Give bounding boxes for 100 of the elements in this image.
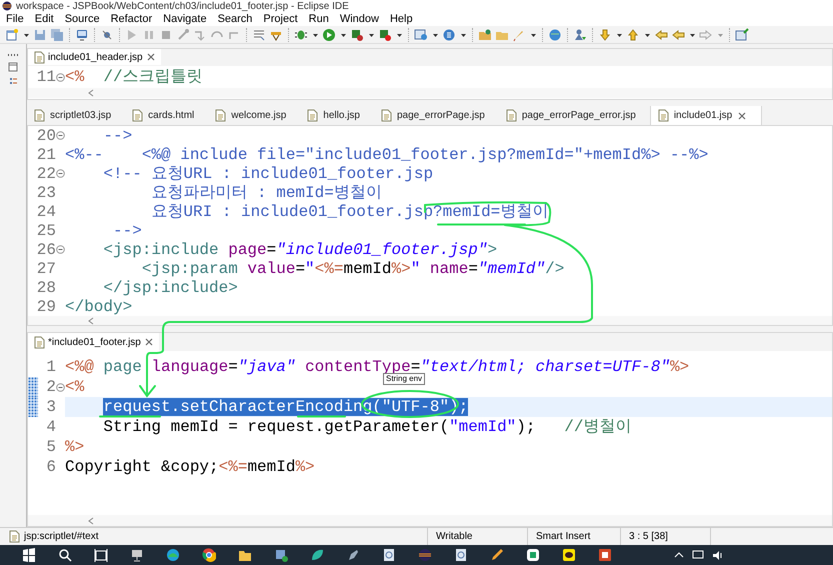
- code-line: 요청URI : include01_footer.jsp?memId=병철이: [150, 202, 548, 222]
- window-pin-icon[interactable]: [735, 28, 749, 42]
- fold-collapse-icon[interactable]: [56, 169, 65, 178]
- menu-item[interactable]: Help: [390, 12, 413, 26]
- window-badge-icon[interactable]: [274, 548, 288, 562]
- code-line: <%: [65, 377, 84, 398]
- leaf-icon[interactable]: [310, 548, 324, 562]
- pen-icon[interactable]: [346, 548, 360, 562]
- line-number: 23: [36, 182, 56, 204]
- line-number: 29: [36, 296, 56, 318]
- code-line: </body>: [65, 296, 132, 318]
- scroll-left-icon[interactable]: [88, 89, 94, 97]
- fold-collapse-icon[interactable]: [56, 72, 65, 82]
- window-title: workspace - JSPBook/WebContent/ch03/include01_footer.jsp - Eclipse IDE: [16, 0, 349, 12]
- editor-tab[interactable]: include01_header.jsp: [28, 49, 161, 65]
- task-view-icon[interactable]: [94, 548, 108, 562]
- person-arrow-icon[interactable]: [573, 28, 587, 42]
- file-icon: [33, 109, 45, 122]
- lines-icon[interactable]: [252, 28, 266, 42]
- line-number: 2: [46, 377, 56, 398]
- code-line: </jsp:include>: [102, 278, 238, 298]
- fold-collapse-icon[interactable]: [56, 245, 65, 254]
- fold-collapse-icon[interactable]: [56, 382, 65, 392]
- line-number: 11: [36, 67, 56, 88]
- restore-icon[interactable]: [8, 62, 18, 72]
- wave-icon[interactable]: [166, 548, 180, 562]
- code-line: Copyright &copy;<%=memId%>: [65, 457, 315, 478]
- fold-collapse-icon[interactable]: [56, 131, 65, 140]
- run-icon[interactable]: [322, 28, 336, 42]
- code-line: <jsp:include page="include01_footer.jsp">: [102, 240, 498, 260]
- editor-tab[interactable]: cards.html: [125, 106, 208, 125]
- line-number: 4: [46, 417, 56, 438]
- editor-tab[interactable]: scriptlet03.jsp: [27, 106, 126, 125]
- menu-item[interactable]: Source: [64, 12, 100, 26]
- close-icon[interactable]: [146, 52, 156, 62]
- line-number: 27: [36, 258, 56, 280]
- scroll-left-icon[interactable]: [88, 516, 94, 524]
- breakpoint-slash-icon[interactable]: [100, 28, 114, 42]
- file-icon: [656, 109, 669, 122]
- window-globe-icon[interactable]: [414, 28, 428, 42]
- menu-item[interactable]: Refactor: [110, 12, 152, 26]
- menu-item[interactable]: Project: [263, 12, 298, 26]
- eclipse-logo-icon[interactable]: [418, 548, 432, 562]
- code-line: String memId = request.getParameter("memId"); //병철이: [102, 417, 632, 438]
- chevron-up-icon[interactable]: [674, 550, 684, 560]
- file-icon: [131, 109, 144, 122]
- bug-icon[interactable]: [294, 28, 308, 42]
- colored-circle-icon[interactable]: [202, 548, 216, 562]
- menu-item[interactable]: File: [6, 12, 24, 26]
- status-text: Writable: [436, 530, 472, 544]
- menu-item[interactable]: Edit: [34, 12, 54, 26]
- scroll-left-icon[interactable]: [88, 316, 94, 324]
- folder-icon[interactable]: [238, 548, 252, 562]
- folder-icon[interactable]: [478, 28, 492, 42]
- code-line: <jsp:param value="<%=memId%>" name="memId"/>: [140, 258, 564, 280]
- code-line: %>: [65, 437, 84, 458]
- line-number: 1: [46, 357, 56, 378]
- network-icon[interactable]: [692, 550, 704, 560]
- code-line: -->: [112, 220, 142, 242]
- coverage-icon[interactable]: [350, 28, 364, 42]
- search-icon[interactable]: [58, 548, 72, 562]
- editor-tab[interactable]: hello.jsp: [300, 106, 374, 125]
- status-text: 3 : 5 [38]: [629, 530, 668, 544]
- code-line: <!-- 요청URL : include01_footer.jsp: [102, 164, 434, 184]
- pencil-icon[interactable]: [490, 548, 504, 562]
- run-tools-icon[interactable]: [378, 28, 392, 42]
- new-file-icon[interactable]: [5, 28, 19, 42]
- editor-tab[interactable]: *include01_footer.jsp: [28, 333, 159, 351]
- editor-tab[interactable]: welcome.jsp: [208, 106, 300, 125]
- code-line: <%-- <%@ include file="include01_footer.jsp?memId="+memId%> --%>: [65, 144, 708, 166]
- editor-tab[interactable]: page_errorPage.jsp: [374, 106, 499, 125]
- menu-item[interactable]: Run: [308, 12, 329, 26]
- status-text: jsp:scriptlet/#text: [24, 530, 98, 544]
- line-number: 5: [46, 437, 56, 458]
- document-icon[interactable]: [454, 548, 468, 562]
- code-line: <% //스크립틀릿: [65, 67, 203, 88]
- line-number: 3: [46, 397, 56, 418]
- close-icon[interactable]: [144, 337, 154, 347]
- editor-tab[interactable]: include01.jsp: [650, 106, 762, 125]
- outline-view-icon[interactable]: [8, 76, 18, 86]
- volume-icon[interactable]: [712, 550, 724, 560]
- close-icon[interactable]: [737, 110, 748, 120]
- windows-logo-icon[interactable]: [22, 548, 36, 562]
- line-number: 26: [36, 240, 56, 260]
- line-number: 28: [36, 278, 56, 298]
- line-number: 6: [46, 457, 56, 478]
- file-icon: [306, 109, 318, 122]
- presentation-icon[interactable]: [598, 548, 612, 562]
- more-icon[interactable]: [7, 52, 19, 58]
- line-number: 20: [36, 126, 56, 146]
- editor-tab[interactable]: page_errorPage_error.jsp: [498, 106, 650, 125]
- menu-item[interactable]: Window: [340, 12, 379, 26]
- menu-item[interactable]: Navigate: [163, 12, 207, 26]
- monitor-icon[interactable]: [130, 548, 144, 562]
- menu-item[interactable]: Search: [218, 12, 252, 26]
- document-icon[interactable]: [382, 548, 396, 562]
- line-number: 22: [36, 164, 56, 184]
- monitor-icon[interactable]: [75, 28, 89, 42]
- line-number: 21: [36, 144, 56, 166]
- file-icon: [504, 109, 517, 122]
